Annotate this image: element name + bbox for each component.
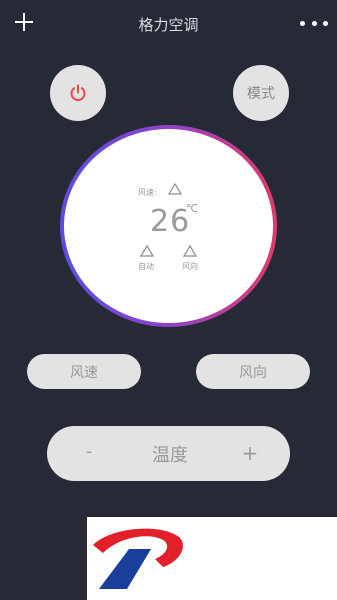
mode-button[interactable]: 模式 bbox=[233, 65, 289, 121]
wind-direction-status-label: 风向 bbox=[182, 262, 198, 271]
current-temperature: 26 bbox=[150, 204, 191, 239]
auto-mode-label: 自动 bbox=[138, 262, 154, 271]
temperature-decrease-button[interactable]: - bbox=[80, 441, 98, 465]
more-button[interactable] bbox=[300, 16, 328, 30]
power-icon bbox=[70, 84, 86, 101]
wind-speed-status-label: 风速: bbox=[138, 188, 157, 197]
brand-logo-panel bbox=[87, 517, 337, 600]
more-dot-icon bbox=[300, 20, 305, 26]
more-dot-icon bbox=[311, 20, 317, 26]
brand-logo bbox=[93, 528, 183, 589]
power-button[interactable] bbox=[50, 65, 106, 121]
more-dot-icon bbox=[323, 20, 328, 26]
temperature-increase-button[interactable]: + bbox=[240, 441, 260, 465]
wind-direction-button[interactable]: 风向 bbox=[196, 354, 310, 389]
temperature-unit: ℃ bbox=[186, 202, 199, 215]
temperature-label: 温度 bbox=[152, 445, 188, 466]
page-title: 格力空调 bbox=[138, 16, 199, 34]
wind-speed-button[interactable]: 风速 bbox=[27, 354, 141, 389]
